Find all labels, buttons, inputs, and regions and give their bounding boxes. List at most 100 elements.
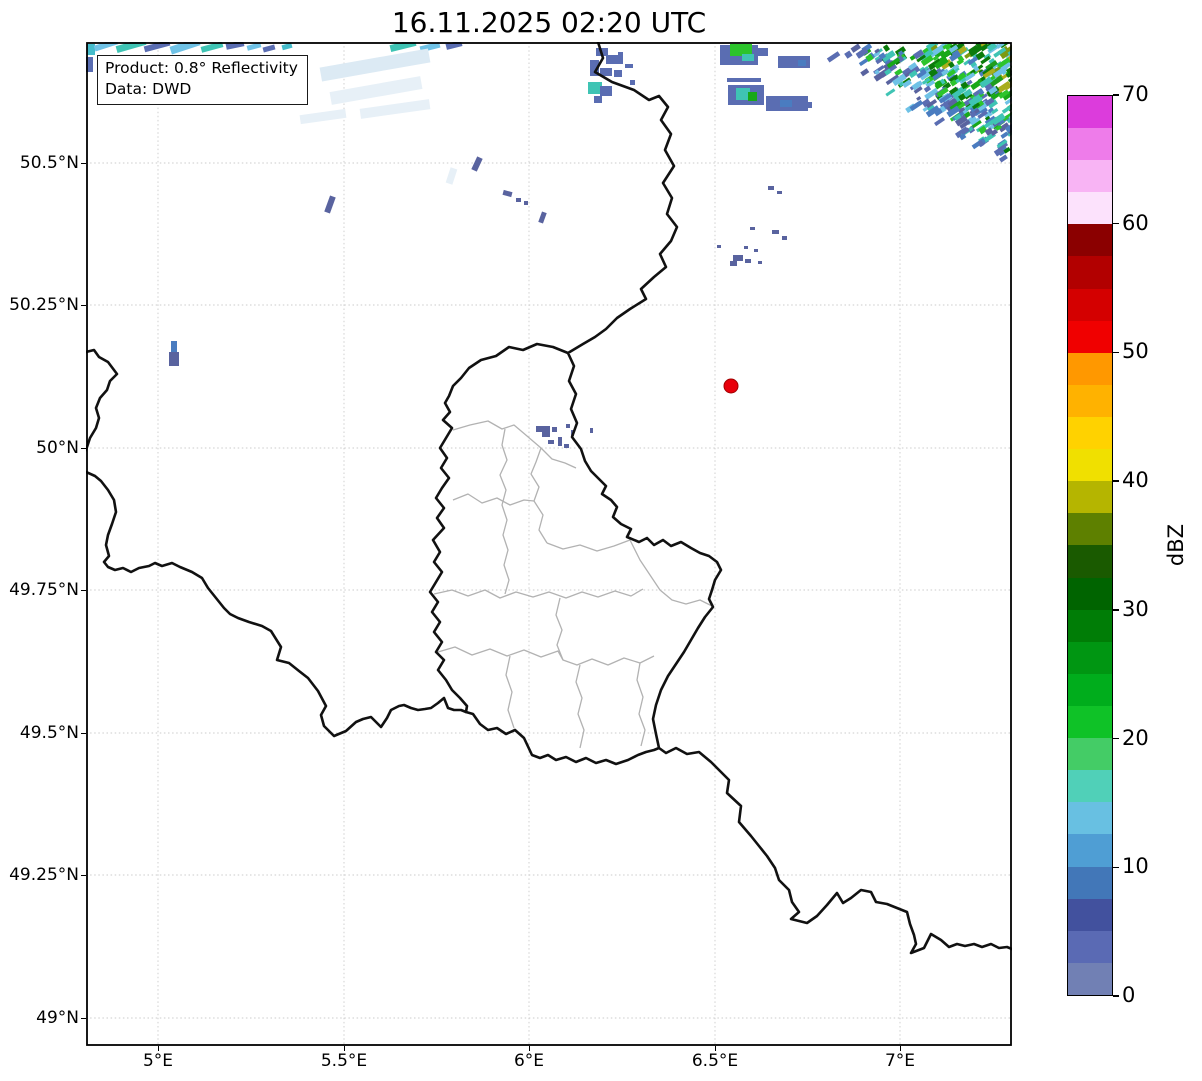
echo-cell [548,440,554,444]
echo-cell [524,201,528,205]
colorbar-tick-mark [1113,480,1119,481]
canton-border [453,421,576,468]
colorbar-segment [1068,385,1112,417]
colorbar-segment [1068,642,1112,674]
echo-cell [924,86,931,93]
echo-cell [552,427,557,432]
colorbar-tick-label: 50 [1122,339,1149,363]
echo-cell [748,92,757,101]
colorbar-tick-mark [1113,867,1119,868]
country-borders [86,42,1012,953]
y-tick-label: 50.25°N [0,295,79,315]
echo-cell [883,44,890,51]
echo-cell [614,70,622,77]
colorbar-segment [1068,674,1112,706]
colorbar-tick-label: 70 [1122,82,1149,106]
echo-cell [730,261,737,266]
country-border [86,350,117,450]
x-tick-label: 5°E [143,1051,173,1071]
echo-cell [934,117,945,126]
colorbar-segment [1068,610,1112,642]
echo-cell [324,195,335,213]
x-tick-label: 7°E [885,1051,915,1071]
colorbar-tick-mark [1113,609,1119,610]
echo-cell [754,249,758,252]
radar-figure: 16.11.2025 02:20 UTC Product: 0.8° Refle… [0,0,1202,1081]
y-tick-mark [81,448,86,449]
y-tick-mark [81,590,86,591]
echo-cell [758,48,768,56]
colorbar-segment [1068,513,1112,545]
y-tick-label: 49.5°N [0,723,79,743]
data-source-label: Data: DWD [105,79,298,100]
canton-border [547,540,630,551]
canton-border [453,494,534,505]
echo-cell [87,44,95,55]
y-tick-label: 50°N [0,438,79,458]
colorbar-segment [1068,192,1112,224]
colorbar-segment [1068,706,1112,738]
echo-cell [600,86,612,96]
echo-cell [727,78,761,82]
colorbar-segment [1068,321,1112,353]
colorbar-segment [1068,899,1112,931]
echo-cell [742,54,754,61]
echo-cell [542,432,550,437]
colorbar-segment [1068,289,1112,321]
canton-border [637,663,645,746]
echo-cell [782,236,787,240]
echo-cell [594,96,602,103]
colorbar-tick-label: 10 [1122,854,1149,878]
country-border [430,344,659,764]
canton-border [576,665,584,748]
echo-cell [320,49,431,82]
colorbar-segment [1068,160,1112,192]
colorbar-tick-mark [1113,995,1119,996]
x-tick-mark [158,1046,159,1051]
echo-cell [806,102,812,108]
y-tick-mark [81,733,86,734]
echo-cell [717,245,721,248]
echo-cell [772,230,779,234]
colorbar-segment [1068,256,1112,288]
echo-cell [860,68,869,76]
colorbar-tick-mark [1113,223,1119,224]
colorbar-segment [1068,353,1112,385]
x-tick-label: 6.5°E [692,1051,738,1071]
echo-cell [558,437,562,446]
figure-title: 16.11.2025 02:20 UTC [86,6,1012,39]
echo-cell [844,50,852,58]
colorbar-segment [1068,738,1112,770]
colorbar-tick-mark [1113,738,1119,739]
echo-cell [538,211,546,223]
colorbar-tick-label: 20 [1122,726,1149,750]
echo-cell [503,190,513,197]
echo-cell [330,76,423,105]
colorbar-segment [1068,867,1112,899]
echo-cell [169,352,179,366]
colorbar-tick-label: 30 [1122,597,1149,621]
echo-cell [282,43,293,50]
echo-cell [171,341,177,352]
colorbar-tick-label: 0 [1122,983,1135,1007]
colorbar-segment [1068,417,1112,449]
x-tick-mark [715,1046,716,1051]
echo-cell [827,51,840,62]
colorbar-axis-label: dBZ [1164,524,1188,566]
echo-cell [588,82,602,94]
echo-cell [733,255,743,261]
colorbar-segment [1068,96,1112,128]
product-annotation-box: Product: 0.8° Reflectivity Data: DWD [97,55,308,105]
echo-cell [780,100,792,107]
colorbar-segment [1068,802,1112,834]
x-tick-label: 5.5°E [321,1051,367,1071]
echo-cell [758,261,762,264]
colorbar-tick-label: 60 [1122,211,1149,235]
echo-cell [471,156,482,171]
y-tick-label: 50.5°N [0,153,79,173]
map-canvas [86,42,1012,1046]
colorbar-segment [1068,224,1112,256]
x-tick-mark [344,1046,345,1051]
echo-cell [625,64,633,68]
echo-cell [750,227,755,230]
